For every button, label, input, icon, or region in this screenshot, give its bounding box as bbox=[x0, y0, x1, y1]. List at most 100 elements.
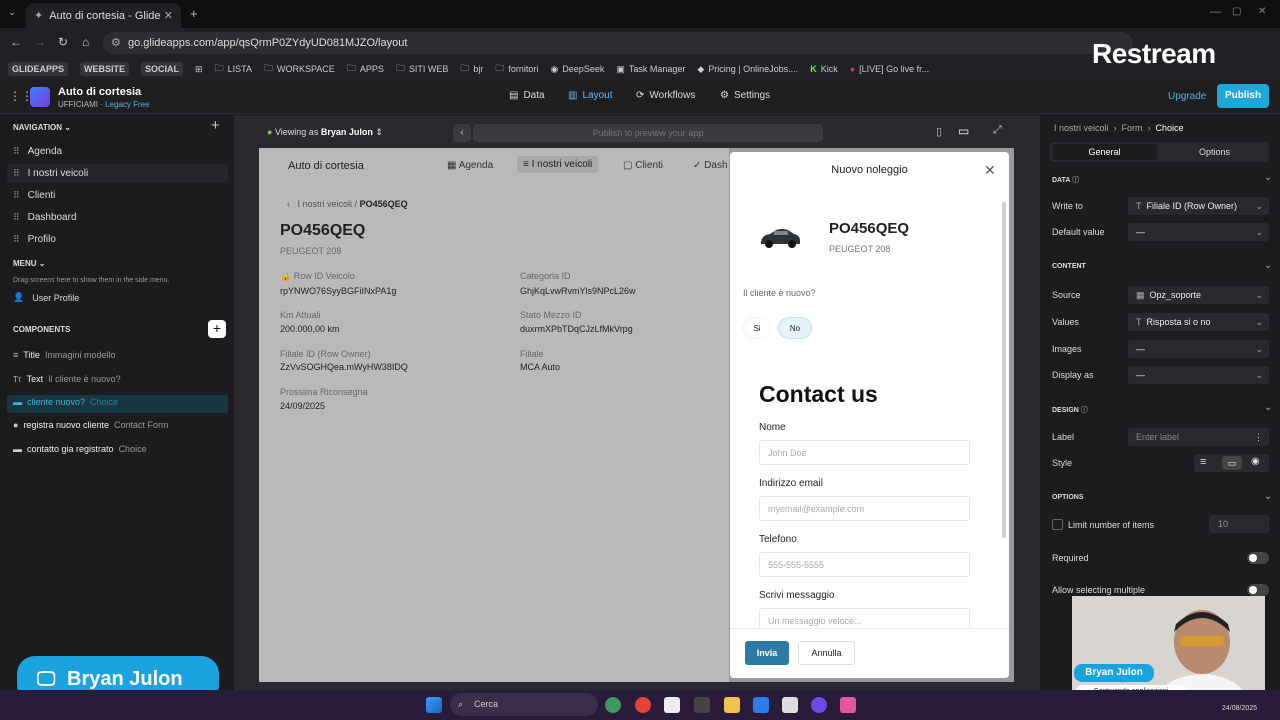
radio-style-icon[interactable]: ◉ bbox=[1251, 456, 1260, 467]
telefono-input[interactable]: 555-555-5555 bbox=[759, 552, 970, 577]
limit-checkbox[interactable] bbox=[1052, 519, 1063, 530]
component-contatto-gia-registrato[interactable]: ▬ contatto gia registrato Choice bbox=[13, 444, 147, 454]
notion-icon[interactable] bbox=[664, 697, 680, 713]
cancel-button[interactable]: Annulla bbox=[798, 641, 855, 665]
bookmark-social[interactable]: SOCIAL bbox=[141, 62, 184, 76]
add-screen-icon[interactable]: + bbox=[211, 117, 220, 134]
minimize-icon[interactable]: — bbox=[1210, 6, 1221, 18]
nome-input[interactable]: John Doe bbox=[759, 440, 970, 465]
reload-icon[interactable]: ↻ bbox=[58, 35, 68, 49]
display-as-select[interactable]: — ⌄ bbox=[1128, 366, 1269, 384]
crumb-screen[interactable]: I nostri veicoli bbox=[1054, 123, 1109, 133]
tab-workflows[interactable]: ⟳ Workflows bbox=[636, 90, 695, 101]
chevron-down-icon[interactable]: ⌄ bbox=[1264, 260, 1272, 271]
crumb-form[interactable]: Form bbox=[1122, 123, 1143, 133]
tab-layout[interactable]: ▥ Layout bbox=[568, 90, 612, 101]
taskbar-app-icon[interactable] bbox=[782, 697, 798, 713]
pill-style-icon[interactable]: ▭ bbox=[1222, 456, 1242, 470]
back-icon[interactable]: ← bbox=[10, 35, 22, 49]
calendar-icon[interactable] bbox=[694, 697, 710, 713]
nav-item-profilo[interactable]: ⠿ Profilo bbox=[13, 234, 56, 245]
source-select[interactable]: ▦ Opz_soporte ⌄ bbox=[1128, 286, 1269, 304]
upgrade-link[interactable]: Upgrade bbox=[1168, 91, 1206, 102]
chevron-down-icon[interactable]: ⌄ bbox=[1264, 172, 1272, 183]
bookmark-pricing[interactable]: ◆ Pricing | OnlineJobs.... bbox=[697, 64, 798, 75]
breadcrumb-parent[interactable]: I nostri veicoli bbox=[298, 199, 353, 209]
taskbar-app-icon[interactable] bbox=[605, 697, 621, 713]
default-value-select[interactable]: — ⌄ bbox=[1128, 223, 1269, 241]
add-component-button[interactable]: + bbox=[208, 320, 226, 338]
maximize-icon[interactable]: ▢ bbox=[1232, 6, 1241, 17]
tab-options[interactable]: Options bbox=[1162, 144, 1267, 160]
multiple-toggle[interactable] bbox=[1247, 584, 1269, 596]
bookmark-live[interactable]: ● [LIVE] Go live fr... bbox=[850, 64, 929, 74]
nav-item-agenda[interactable]: ⠿ Agenda bbox=[13, 146, 62, 157]
close-tab-icon[interactable]: ✕ bbox=[164, 9, 173, 22]
browser-tab[interactable]: ✦ Auto di cortesia - Glide ✕ bbox=[26, 3, 181, 28]
tab-list-icon[interactable]: ⌄ bbox=[8, 7, 16, 18]
tab-data[interactable]: ▤ Data bbox=[509, 90, 545, 101]
label-input[interactable]: Enter label ⋮ bbox=[1128, 428, 1269, 446]
file-explorer-icon[interactable] bbox=[724, 697, 740, 713]
chevron-left-icon[interactable]: ‹ bbox=[287, 199, 290, 209]
bookmark-kick[interactable]: K Kick bbox=[810, 64, 838, 74]
bookmark-deepseek[interactable]: ◉ DeepSeek bbox=[550, 64, 604, 75]
site-info-icon[interactable]: ⚙ bbox=[111, 32, 121, 54]
component-title[interactable]: ≡ Title Immagini modello bbox=[13, 350, 115, 360]
app-tab-agenda[interactable]: ▦ Agenda bbox=[447, 160, 493, 171]
choice-no-button[interactable]: No bbox=[778, 317, 812, 339]
app-tab-clienti[interactable]: ▢ Clienti bbox=[623, 160, 663, 171]
close-icon[interactable]: ✕ bbox=[984, 162, 996, 179]
taskbar-app-icon[interactable] bbox=[840, 697, 856, 713]
app-tab-i-nostri-veicoli[interactable]: ≡ I nostri veicoli bbox=[517, 156, 599, 173]
back-preview-icon[interactable]: ‹ bbox=[453, 124, 471, 142]
email-input[interactable]: myemail@example.com bbox=[759, 496, 970, 521]
chevron-down-icon[interactable]: ⌄ bbox=[1264, 491, 1272, 502]
menu-section-title[interactable]: MENU ⌄ bbox=[13, 259, 46, 268]
component-registra-nuovo-cliente[interactable]: ● registra nuovo cliente Contact Form bbox=[13, 420, 169, 430]
bookmark-lista[interactable]: 🗀 LISTA bbox=[215, 61, 252, 77]
component-cliente-nuovo[interactable]: ▬ cliente nuovo? Choice bbox=[13, 397, 118, 407]
component-text[interactable]: Tт Text Il cliente è nuovo? bbox=[13, 374, 121, 384]
navigation-section-title[interactable]: NAVIGATION ⌄ bbox=[13, 123, 71, 132]
bookmark-bjr[interactable]: 🗀 bjr bbox=[460, 61, 483, 77]
values-select[interactable]: T Risposta si o no ⌄ bbox=[1128, 313, 1269, 331]
new-tab-icon[interactable]: + bbox=[190, 6, 198, 21]
modal-scrollbar[interactable] bbox=[1002, 202, 1006, 538]
bookmark-glideapps[interactable]: GLIDEAPPS bbox=[8, 62, 69, 76]
home-icon[interactable]: ⌂ bbox=[82, 35, 89, 49]
submit-button[interactable]: Invia bbox=[745, 641, 789, 665]
images-select[interactable]: — ⌄ bbox=[1128, 340, 1269, 358]
limit-input[interactable]: 10 bbox=[1209, 515, 1269, 533]
nav-item-dashboard[interactable]: ⠿ Dashboard bbox=[13, 212, 77, 223]
app-tab-dashboard[interactable]: ✓ Dash bbox=[693, 160, 728, 171]
required-toggle[interactable] bbox=[1247, 552, 1269, 564]
expand-icon[interactable]: ⤢ bbox=[993, 124, 1002, 137]
mobile-view-icon[interactable]: ▯ bbox=[936, 125, 942, 138]
chrome-icon[interactable] bbox=[635, 697, 651, 713]
bookmark-workspace[interactable]: 🗀 WORKSPACE bbox=[264, 61, 335, 77]
chevron-down-icon[interactable]: ⌄ bbox=[1264, 402, 1272, 413]
list-style-icon[interactable]: ≡ bbox=[1200, 456, 1206, 468]
more-icon[interactable]: ⋮ bbox=[1254, 428, 1263, 446]
bookmark-fornitori[interactable]: 🗀 fornitori bbox=[495, 61, 538, 77]
choice-yes-button[interactable]: Si bbox=[743, 317, 771, 339]
bookmark-apps-icon[interactable]: ⊞ bbox=[195, 64, 203, 75]
menu-item-user-profile[interactable]: 👤 User Profile bbox=[13, 292, 79, 303]
nav-item-clienti[interactable]: ⠿ Clienti bbox=[13, 190, 55, 201]
app-logo[interactable] bbox=[30, 87, 50, 107]
viewing-as-selector[interactable]: ● Viewing as Bryan Julon ⇕ bbox=[267, 127, 383, 138]
bookmark-apps[interactable]: 🗀 APPS bbox=[347, 61, 384, 77]
taskbar-search[interactable]: ⌕ Cerca bbox=[450, 693, 598, 716]
close-window-icon[interactable]: ✕ bbox=[1258, 6, 1266, 17]
nav-item-i-nostri-veicoli[interactable]: ⠿ I nostri veicoli bbox=[13, 168, 88, 179]
desktop-view-icon[interactable]: ▭ bbox=[958, 124, 969, 138]
taskbar-app-icon[interactable] bbox=[811, 697, 827, 713]
url-field[interactable]: ⚙ go.glideapps.com/app/qsQrmP0ZYdyUD081M… bbox=[103, 32, 1133, 54]
tab-general[interactable]: General bbox=[1052, 144, 1157, 160]
tab-settings[interactable]: ⚙ Settings bbox=[720, 90, 770, 101]
bookmark-website[interactable]: WEBSITE bbox=[80, 62, 130, 76]
write-to-select[interactable]: T Filiale ID (Row Owner) ⌄ bbox=[1128, 197, 1269, 215]
taskbar-app-icon[interactable] bbox=[753, 697, 769, 713]
publish-button[interactable]: Publish bbox=[1217, 84, 1269, 108]
